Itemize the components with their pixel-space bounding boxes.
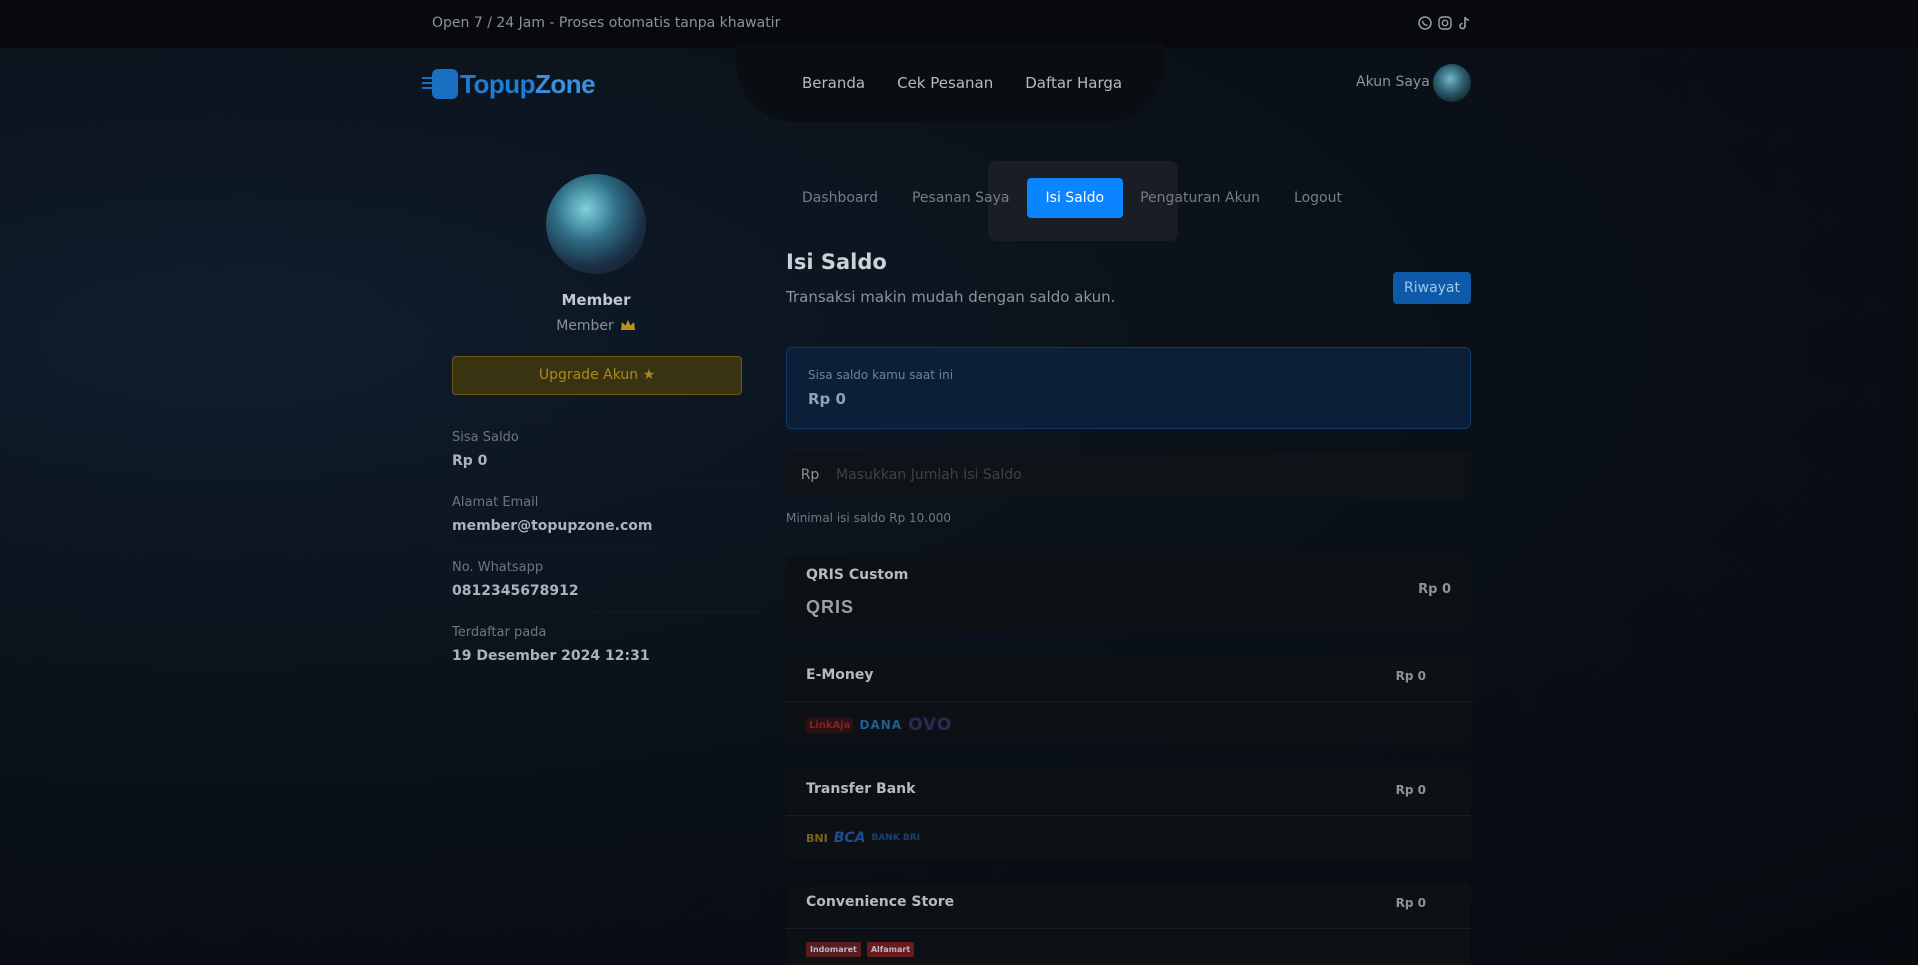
balance-card: Sisa saldo kamu saat ini Rp 0 [786,347,1471,429]
upgrade-account-button[interactable]: Upgrade Akun ★ [452,356,742,395]
info-label: Sisa Saldo [452,430,519,445]
info-value: member@topupzone.com [452,518,653,534]
info-value: 0812345678912 [452,583,579,599]
balance-info: Sisa Saldo Rp 0 [432,416,760,482]
indomaret-logo: Indomaret [806,942,861,957]
nav-menu: Beranda Cek Pesanan Daftar Harga [802,74,1122,92]
info-value: Rp 0 [452,453,488,469]
account-avatar[interactable] [1433,64,1471,102]
logo-text: TopupZone [460,68,596,99]
instagram-icon[interactable] [1438,16,1452,30]
method-logos: Indomaret Alfamart [806,942,915,957]
tab-pesanan-saya[interactable]: Pesanan Saya [895,178,1027,218]
whatsapp-info: No. Whatsapp 0812345678912 [432,546,760,612]
profile-tier: Member [432,318,760,334]
payment-method-convenience-store[interactable]: Convenience Store Rp 0 Indomaret Alfamar… [786,882,1471,965]
registered-info: Terdaftar pada 19 Desember 2024 12:31 [432,611,760,677]
email-info: Alamat Email member@topupzone.com [432,481,760,547]
profile-name: Member [561,291,631,309]
bri-logo: BANK BRI [871,833,921,843]
method-price: Rp 0 [1418,582,1451,597]
method-name: Transfer Bank [806,781,916,797]
tiktok-icon[interactable] [1458,16,1472,30]
main-navbar: TopupZone Beranda Cek Pesanan Daftar Har… [0,44,1918,122]
info-value: 19 Desember 2024 12:31 [452,648,650,664]
payment-method-emoney[interactable]: E-Money Rp 0 LinkAja DANA OVO [786,653,1471,745]
profile-tier-label: Member [556,318,614,334]
method-name: Convenience Store [806,894,955,910]
method-divider [786,815,1471,816]
history-button[interactable]: Riwayat [1393,272,1471,304]
tab-pengaturan-akun[interactable]: Pengaturan Akun [1123,178,1277,218]
bca-logo: BCA [833,830,866,846]
nav-item-daftar-harga[interactable]: Daftar Harga [1025,74,1122,92]
topup-amount-input[interactable] [834,453,1471,497]
logo-mark-icon [422,69,458,99]
topup-amount-field: Rp [786,452,1471,498]
page-title: Isi Saldo [786,250,887,274]
tab-logout[interactable]: Logout [1277,178,1359,218]
info-label: Alamat Email [452,495,539,510]
payment-method-bank-transfer[interactable]: Transfer Bank Rp 0 BNI BCA BANK BRI [786,767,1471,860]
dana-logo: DANA [859,718,903,732]
social-links [1418,16,1472,30]
alfamart-logo: Alfamart [866,942,915,957]
account-menu-label[interactable]: Akun Saya [1356,74,1430,90]
balance-value: Rp 0 [808,390,846,408]
top-announcement-bar: Open 7 / 24 Jam - Proses otomatis tanpa … [0,0,1918,48]
method-price: Rp 0 [1395,783,1426,797]
crown-icon [620,320,635,330]
bni-logo: BNI [806,831,828,845]
method-divider [786,928,1471,929]
profile-avatar [546,174,646,274]
method-logos: QRIS [806,597,854,618]
payment-method-qris[interactable]: QRIS Custom Rp 0 QRIS [786,555,1471,631]
qris-logo: QRIS [806,597,855,617]
account-tabs: Dashboard Pesanan Saya Isi Saldo Pengatu… [785,178,1359,218]
method-logos: LinkAja DANA OVO [806,715,952,735]
info-label: No. Whatsapp [452,560,544,575]
method-price: Rp 0 [1395,669,1426,683]
balance-label: Sisa saldo kamu saat ini [808,368,954,382]
page-subtitle: Transaksi makin mudah dengan saldo akun. [786,288,1116,306]
method-divider [786,701,1471,702]
tab-dashboard[interactable]: Dashboard [785,178,895,218]
nav-item-cek-pesanan[interactable]: Cek Pesanan [897,74,993,92]
tagline: Open 7 / 24 Jam - Proses otomatis tanpa … [432,15,781,31]
nav-item-beranda[interactable]: Beranda [802,74,865,92]
currency-prefix: Rp [800,467,820,483]
info-label: Terdaftar pada [452,625,547,640]
ovo-logo: OVO [908,715,953,735]
minimum-topup-note: Minimal isi saldo Rp 10.000 [786,511,952,525]
method-logos: BNI BCA BANK BRI [806,830,920,846]
method-price: Rp 0 [1395,896,1426,910]
linkaja-logo: LinkAja [806,717,854,733]
tab-isi-saldo[interactable]: Isi Saldo [1026,178,1124,218]
method-name: QRIS Custom [806,567,909,583]
whatsapp-icon[interactable] [1418,16,1432,30]
star-icon: ★ [642,367,656,383]
brand-logo[interactable]: TopupZone [422,64,596,104]
method-name: E-Money [806,667,874,683]
